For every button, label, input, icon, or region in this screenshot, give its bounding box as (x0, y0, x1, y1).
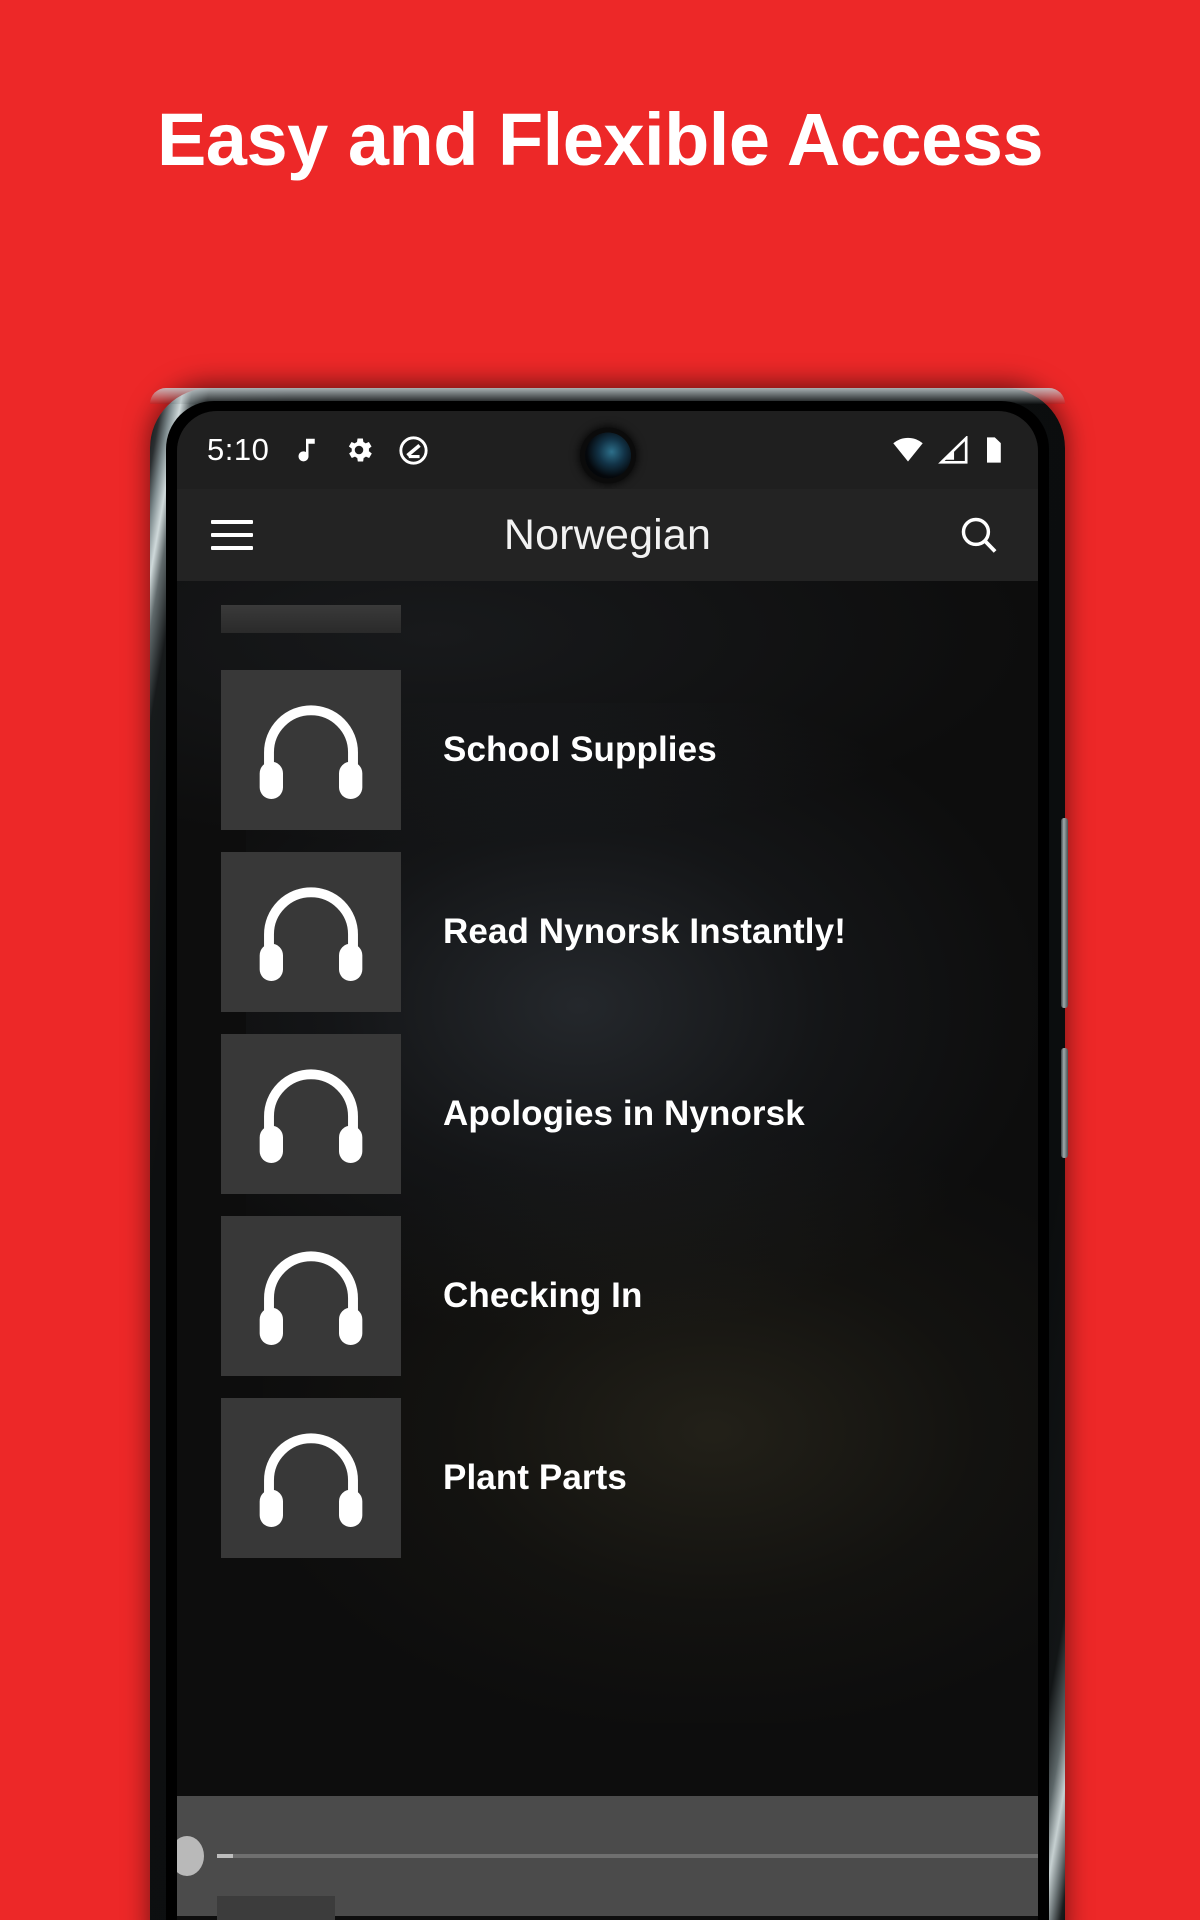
list-item-title: Read Nynorsk Instantly! (443, 912, 846, 951)
battery-icon (982, 435, 1004, 465)
status-bar: 5:10 (177, 411, 1038, 489)
front-camera-punch-hole (584, 432, 631, 479)
list-item[interactable]: Checking In (177, 1205, 1038, 1387)
app-bar: Norwegian (177, 489, 1038, 581)
page-title: Easy and Flexible Access (156, 98, 1044, 181)
episode-list[interactable]: School Supplies Read Nynorsk Instantly! (177, 581, 1038, 1796)
list-item-title: Apologies in Nynorsk (443, 1094, 805, 1133)
status-bar-right-group (891, 435, 1004, 465)
headphones-icon (221, 1034, 401, 1194)
cell-signal-icon (938, 435, 969, 465)
list-item-title: Checking In (443, 1276, 643, 1315)
headphones-icon (221, 852, 401, 1012)
status-bar-left-group: 5:10 (207, 432, 430, 468)
list-item-title: School Supplies (443, 730, 717, 769)
phone-bezel: 5:10 Norwegian School Supplies Read Nyno… (166, 401, 1049, 1920)
phone-screen: 5:10 Norwegian School Supplies Read Nyno… (177, 411, 1038, 1920)
headphones-icon (221, 670, 401, 830)
hamburger-menu-icon[interactable] (211, 520, 253, 550)
headphones-icon (221, 1398, 401, 1558)
phone-mockup: 5:10 Norwegian School Supplies Read Nyno… (150, 388, 1068, 1920)
music-note-icon (291, 433, 321, 467)
seek-bar-thumb[interactable] (177, 1836, 204, 1876)
list-item[interactable]: Read Nynorsk Instantly! (177, 841, 1038, 1023)
seek-bar-fill (217, 1854, 233, 1858)
wifi-icon (891, 436, 925, 464)
list-item[interactable]: Apologies in Nynorsk (177, 1023, 1038, 1205)
list-item[interactable]: School Supplies (177, 659, 1038, 841)
app-bar-title: Norwegian (503, 510, 712, 559)
list-item-title: Plant Parts (443, 1458, 627, 1497)
status-bar-clock: 5:10 (207, 432, 270, 467)
volume-rocker-button[interactable] (1061, 818, 1068, 1008)
headphones-icon (221, 1216, 401, 1376)
gear-icon (343, 434, 375, 466)
list-container: School Supplies Read Nynorsk Instantly! (177, 581, 1038, 1569)
list-item[interactable]: Plant Parts (177, 1387, 1038, 1569)
search-icon[interactable] (956, 512, 1002, 558)
player-bar[interactable] (177, 1796, 1038, 1920)
do-not-disturb-icon (397, 434, 430, 467)
player-control-placeholder[interactable] (217, 1896, 335, 1920)
power-button[interactable] (1061, 1048, 1068, 1158)
seek-bar-track[interactable] (217, 1854, 1038, 1858)
